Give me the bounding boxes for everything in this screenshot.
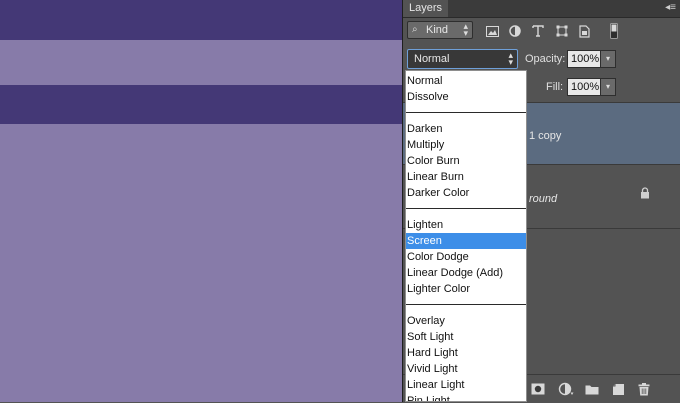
search-icon: ⌕ <box>412 24 418 35</box>
new-group-icon[interactable] <box>583 380 601 398</box>
layer-filter-bar: ⌕ Kind ▴ ▾ <box>403 18 680 44</box>
blend-mode-option[interactable]: Overlay <box>406 313 526 329</box>
menu-separator <box>406 304 526 305</box>
blend-mode-option[interactable]: Hard Light <box>406 345 526 361</box>
blend-mode-option[interactable]: Color Dodge <box>406 249 526 265</box>
filter-toggle-icon[interactable] <box>605 22 623 40</box>
type-filter-icon[interactable] <box>529 22 547 40</box>
blend-mode-row: Normal ▴ ▾ Opacity: 100% ▾ <box>403 46 680 72</box>
layer-name: round <box>529 193 558 205</box>
opacity-label: Opacity: <box>525 53 566 65</box>
pixel-filter-icon[interactable] <box>483 22 501 40</box>
blend-mode-option[interactable]: Soft Light <box>406 329 526 345</box>
blend-mode-option[interactable]: Multiply <box>406 137 526 153</box>
blend-mode-option[interactable]: Normal <box>406 73 526 89</box>
lock-icon <box>640 187 650 202</box>
blend-mode-dropdown: Normal Dissolve Darken Multiply Color Burn Li… <box>405 70 527 402</box>
document-canvas[interactable] <box>0 0 402 402</box>
add-mask-icon[interactable] <box>529 380 547 398</box>
kind-filter-select[interactable]: ⌕ Kind ▴ ▾ <box>407 21 473 39</box>
blend-mode-select[interactable]: Normal ▴ ▾ <box>407 49 518 69</box>
blend-mode-option[interactable]: Linear Dodge (Add) <box>406 265 526 281</box>
fill-label: Fill: <box>546 81 564 93</box>
opacity-dropdown-button[interactable]: ▾ <box>600 50 616 68</box>
adjustment-filter-icon[interactable] <box>506 22 524 40</box>
delete-layer-icon[interactable] <box>635 380 653 398</box>
adjustment-layer-icon[interactable] <box>557 380 575 398</box>
layer-name: 1 copy <box>529 130 562 142</box>
panel-menu-icon[interactable]: ◂≡ <box>665 1 676 15</box>
smart-object-filter-icon[interactable] <box>575 22 593 40</box>
blend-mode-option[interactable]: Lighter Color <box>406 281 526 297</box>
menu-separator <box>406 208 526 209</box>
chevron-updown-icon: ▴ ▾ <box>463 21 468 38</box>
chevron-updown-icon: ▴ ▾ <box>508 50 513 67</box>
new-layer-icon[interactable] <box>609 380 627 398</box>
fill-field[interactable]: 100% <box>567 78 601 96</box>
blend-mode-option[interactable]: Lighten <box>406 217 526 233</box>
panel-tabbar: Layers ◂≡ <box>403 0 680 18</box>
blend-mode-option[interactable]: Linear Burn <box>406 169 526 185</box>
blend-mode-option[interactable]: Darken <box>406 121 526 137</box>
canvas-dark-band-top <box>0 0 402 40</box>
tab-layers[interactable]: Layers <box>403 0 449 17</box>
shape-filter-icon[interactable] <box>553 22 571 40</box>
blend-mode-option[interactable]: Pin Light <box>406 393 526 401</box>
canvas-dark-band-middle <box>0 85 402 124</box>
blend-mode-option[interactable]: Screen <box>406 233 526 249</box>
kind-filter-label: Kind <box>426 24 449 36</box>
opacity-field[interactable]: 100% <box>567 50 601 68</box>
blend-mode-option[interactable]: Color Burn <box>406 153 526 169</box>
blend-mode-option[interactable]: Vivid Light <box>406 361 526 377</box>
blend-mode-option[interactable]: Dissolve <box>406 89 526 105</box>
blend-mode-option[interactable]: Darker Color <box>406 185 526 201</box>
blend-mode-current: Normal <box>414 53 450 65</box>
blend-mode-option[interactable]: Linear Light <box>406 377 526 393</box>
fill-dropdown-button[interactable]: ▾ <box>600 78 616 96</box>
menu-separator <box>406 112 526 113</box>
